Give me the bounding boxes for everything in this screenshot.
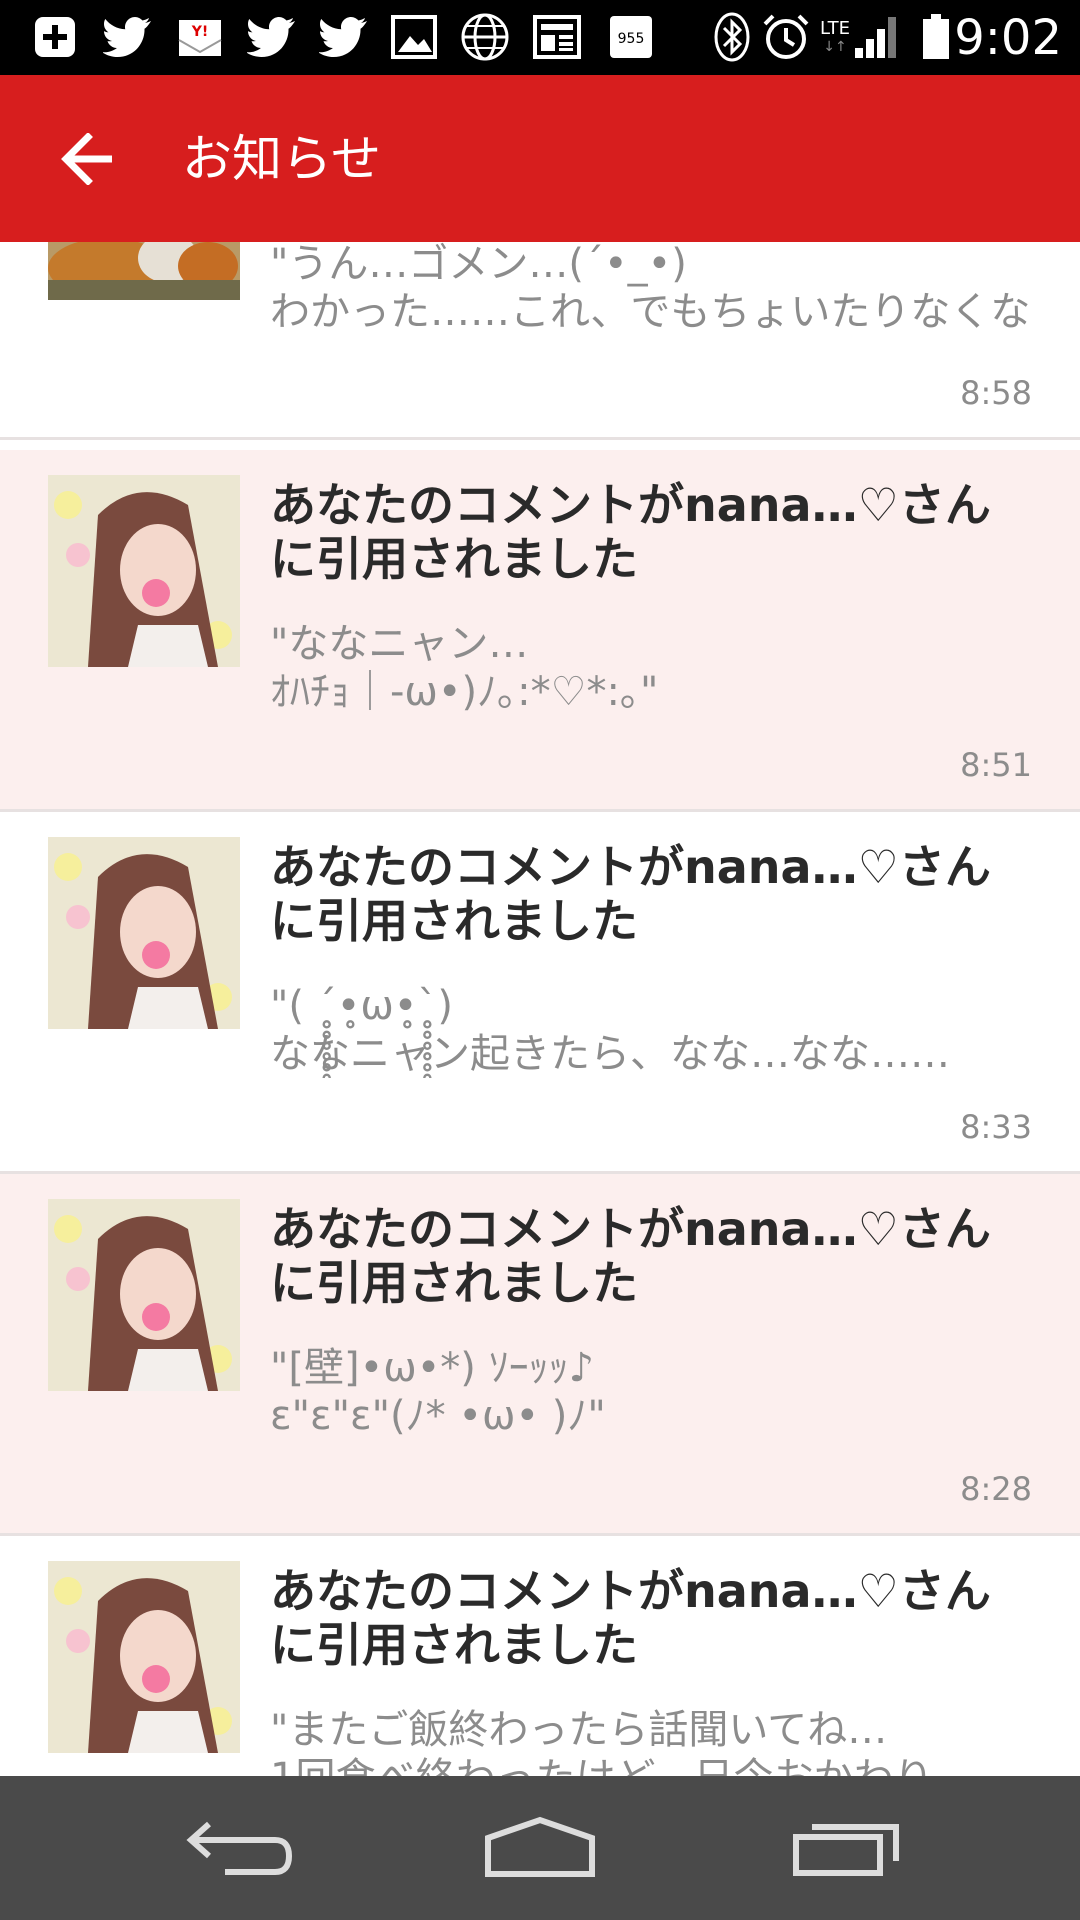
svg-text:955: 955	[618, 31, 645, 47]
notification-item[interactable]: あなたのコメントがnana…♡さんに引用されました "ななニャン… ｵﾊﾁｮ｜-…	[0, 450, 1080, 812]
avatar-user	[48, 1561, 240, 1753]
notification-time: 8:51	[960, 746, 1032, 784]
avatar-user	[48, 475, 240, 667]
globe-icon	[458, 13, 512, 61]
status-bar: Y! 955 LTE ↓↑ 9:02	[0, 0, 1080, 75]
twitter-icon	[244, 14, 300, 60]
notification-time: 8:58	[960, 374, 1032, 412]
back-arrow-icon[interactable]	[48, 119, 128, 199]
battery-icon	[920, 14, 952, 60]
notification-title: あなたのコメントがnana…♡さんに引用されました	[270, 1564, 991, 1672]
back-icon[interactable]	[170, 1806, 310, 1890]
gallery-icon	[388, 14, 440, 60]
status-time: 9:02	[954, 10, 1062, 66]
avatar-cat	[48, 242, 240, 300]
page-title: お知らせ	[182, 130, 381, 188]
notification-snippet: "( ˊ̥̥̥̥̥̥̥̥̥̥̥̥̥̥•̥ω•̥ˋ̥̥̥̥̥̥̥̥̥̥̥̥̥̥) …	[270, 983, 950, 1077]
notification-item[interactable]: "うん…ゴメン…(´•_•) わかった……これ、でもちょいたりなくな 8:58	[0, 242, 1080, 440]
notification-item[interactable]: あなたのコメントがnana…♡さんに引用されました "( ˊ̥̥̥̥̥̥̥̥̥̥…	[0, 812, 1080, 1174]
plus-app-icon	[30, 14, 80, 60]
signal-icon	[852, 14, 902, 60]
notification-item[interactable]: あなたのコメントがnana…♡さんに引用されました "またご飯終わったら話聞いて…	[0, 1536, 1080, 1776]
home-icon[interactable]	[470, 1806, 610, 1890]
notification-title: あなたのコメントがnana…♡さんに引用されました	[270, 840, 991, 948]
avatar-user	[48, 837, 240, 1029]
bluetooth-icon	[712, 12, 752, 62]
app-bar: お知らせ	[0, 75, 1080, 242]
recents-icon[interactable]	[776, 1806, 916, 1890]
notification-title: あなたのコメントがnana…♡さんに引用されました	[270, 478, 991, 586]
yahoo-mail-icon: Y!	[176, 14, 224, 60]
notification-time: 8:28	[960, 1470, 1032, 1508]
lte-indicator: LTE ↓↑	[820, 18, 850, 56]
alarm-icon	[760, 14, 812, 60]
notification-time: 8:33	[960, 1108, 1032, 1146]
notification-snippet: "またご飯終わったら話聞いてね… 1回食べ終わったけど、日今おかわり	[270, 1707, 933, 1776]
navigation-bar	[0, 1776, 1080, 1920]
notification-snippet: "うん…ゴメン…(´•_•) わかった……これ、でもちょいたりなくな	[270, 242, 1030, 335]
notification-snippet: "ななニャン… ｵﾊﾁｮ｜-ω•)ﾉ｡:*♡*:｡"	[270, 621, 659, 715]
notification-title: あなたのコメントがnana…♡さんに引用されました	[270, 1202, 991, 1310]
twitter-icon	[100, 14, 156, 60]
avatar-user	[48, 1199, 240, 1391]
twitter-icon	[316, 14, 372, 60]
lte-label: LTE	[820, 18, 850, 39]
notification-list[interactable]: "うん…ゴメン…(´•_•) わかった……これ、でもちょいたりなくな 8:58 …	[0, 242, 1080, 1776]
news-icon	[530, 14, 584, 60]
notification-item[interactable]: あなたのコメントがnana…♡さんに引用されました "[壁]•ω•*) ｿｰｯｯ…	[0, 1174, 1080, 1536]
app-955-icon: 955	[608, 14, 654, 60]
svg-text:Y!: Y!	[191, 24, 209, 40]
notification-snippet: "[壁]•ω•*) ｿｰｯｯ♪ ε"ε"ε"(ﾉ* •ω• )ﾉ"	[270, 1345, 606, 1439]
